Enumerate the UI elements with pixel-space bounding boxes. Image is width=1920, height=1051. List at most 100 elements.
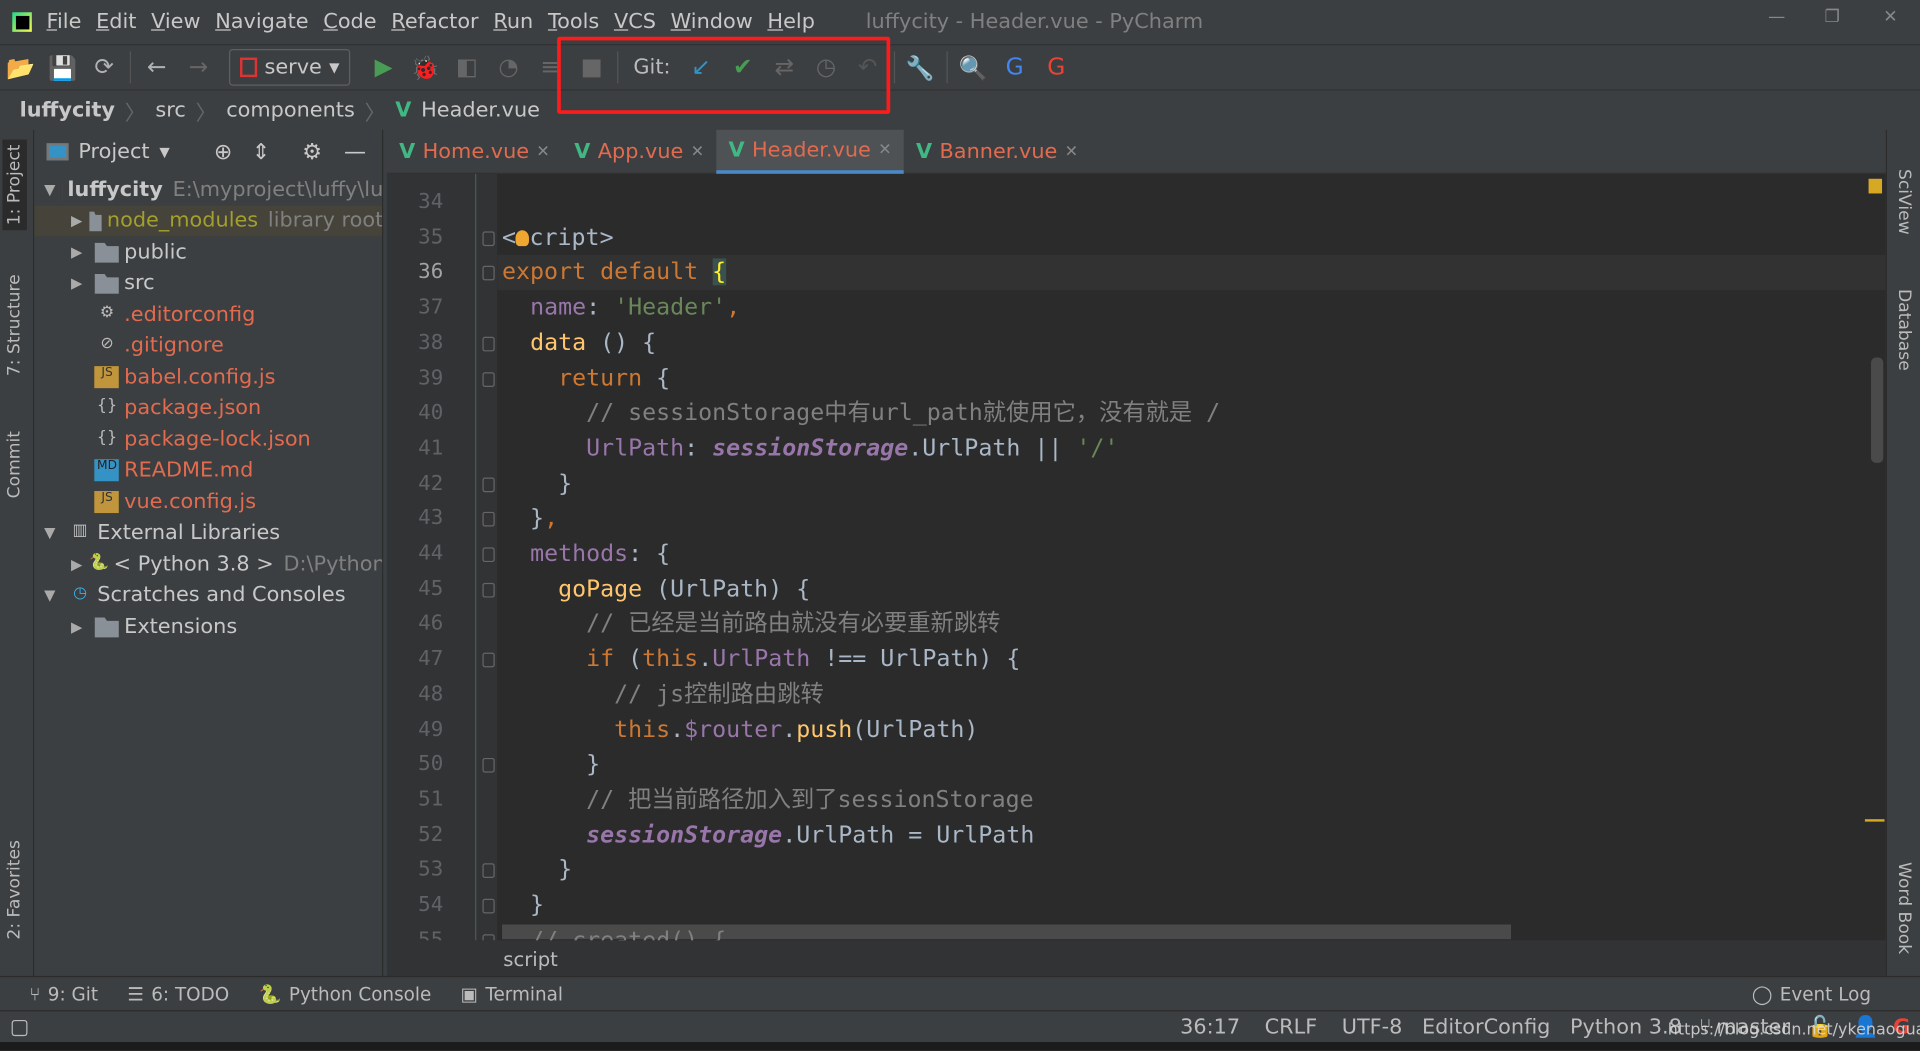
expand-right-icon[interactable]: ▶	[71, 274, 88, 291]
fold-marker-icon[interactable]	[482, 547, 495, 563]
fold-marker-icon[interactable]	[482, 231, 495, 246]
collapse-all-icon[interactable]: ⇕	[252, 139, 270, 165]
translate-icon[interactable]: G	[994, 54, 1036, 81]
expand-right-icon[interactable]: ▶	[71, 212, 82, 229]
fold-marker-icon[interactable]	[482, 758, 495, 773]
tree-item[interactable]: ⚙ .editorconfig	[34, 299, 382, 330]
menu-file[interactable]: File	[47, 10, 82, 34]
close-icon[interactable]: ✕	[878, 141, 891, 159]
coverage-icon[interactable]: ◧	[446, 54, 488, 81]
expand-down-icon[interactable]: ▼	[44, 181, 55, 198]
expand-right-icon[interactable]: ▶	[71, 555, 82, 572]
back-icon[interactable]: ←	[136, 54, 178, 81]
code-breadcrumb[interactable]: script	[386, 940, 1886, 976]
fold-marker-icon[interactable]	[482, 336, 495, 352]
menu-edit[interactable]: Edit	[96, 10, 136, 34]
tree-item[interactable]: {} package.json	[34, 392, 382, 423]
menu-navigate[interactable]: Navigate	[215, 10, 308, 34]
sync-icon[interactable]: ⟳	[83, 54, 125, 81]
save-icon[interactable]: 💾	[42, 53, 84, 81]
python-interpreter[interactable]: Python 3.8	[1570, 1014, 1682, 1038]
fold-marker-icon[interactable]	[482, 266, 495, 281]
tree-item[interactable]: ▼ ▥ External Libraries	[34, 517, 382, 548]
close-button[interactable]: ✕	[1883, 7, 1897, 27]
tree-item[interactable]: ▼ ◷ Scratches and Consoles	[34, 580, 382, 611]
expand-right-icon[interactable]: ▶	[71, 243, 88, 260]
panel-toggle-icon[interactable]: ▢	[10, 1014, 30, 1038]
menu-tools[interactable]: Tools	[548, 10, 599, 34]
close-icon[interactable]: ✕	[1065, 143, 1078, 161]
breadcrumb-file[interactable]: Header.vue	[421, 98, 540, 122]
menu-window[interactable]: Window	[671, 10, 753, 34]
tool-tab-commit[interactable]: Commit	[5, 431, 25, 498]
chevron-down-icon[interactable]: ▼	[159, 144, 169, 160]
tab-banner-vue[interactable]: V Banner.vue ✕	[904, 130, 1090, 174]
gear-icon[interactable]: ⚙	[302, 139, 322, 165]
hide-icon[interactable]: —	[344, 139, 366, 165]
fold-marker-icon[interactable]	[482, 582, 495, 598]
open-folder-icon[interactable]: 📂	[0, 53, 42, 81]
tab-header-vue[interactable]: V Header.vue ✕	[716, 129, 904, 174]
tab-app-vue[interactable]: V App.vue ✕	[562, 130, 716, 174]
breadcrumb-project[interactable]: luffycity	[20, 98, 115, 122]
locate-icon[interactable]: ⊕	[214, 139, 232, 165]
tree-item[interactable]: JS vue.config.js	[34, 486, 382, 517]
tree-item[interactable]: ▶ node_modules library root	[34, 205, 383, 236]
tool-window--todo[interactable]: ☰ 6: TODO	[127, 983, 229, 1005]
project-view-select[interactable]: Project	[78, 140, 149, 164]
tool-tab-word-book[interactable]: Word Book	[1894, 862, 1914, 954]
tool-window--git[interactable]: ⑂ 9: Git	[29, 983, 98, 1005]
search-icon[interactable]: 🔍	[952, 53, 994, 81]
menu-vcs[interactable]: VCS	[614, 10, 656, 34]
tool-window-python-console[interactable]: 🐍 Python Console	[259, 983, 432, 1005]
fold-marker-icon[interactable]	[482, 371, 495, 387]
breadcrumb-components[interactable]: components	[226, 98, 355, 122]
menu-code[interactable]: Code	[323, 10, 376, 34]
warning-marker[interactable]	[1868, 178, 1883, 194]
expand-down-icon[interactable]: ▼	[44, 587, 61, 604]
line-separator[interactable]: CRLF	[1265, 1014, 1318, 1038]
tree-item[interactable]: ▶ public	[34, 236, 382, 267]
code-editor[interactable]: 34 35 < cript> 36 export default {37 name: 'H…	[386, 173, 1886, 941]
editor-config[interactable]: EditorConfig	[1422, 1014, 1550, 1038]
tree-item[interactable]: {} package-lock.json	[34, 424, 382, 455]
tool-tab-structure[interactable]: 7: Structure	[5, 274, 25, 376]
tree-item[interactable]: ▼ luffycity E:\myproject\luffy\lu	[34, 174, 382, 205]
menu-run[interactable]: Run	[493, 10, 533, 34]
tool-tab-sciview[interactable]: SciView	[1894, 169, 1914, 235]
error-stripe-marker[interactable]	[1864, 819, 1885, 822]
file-encoding[interactable]: UTF-8	[1342, 1014, 1403, 1038]
tree-item[interactable]: ▶ Extensions	[34, 611, 382, 642]
tool-tab-project[interactable]: 1: Project	[2, 139, 27, 231]
profile-icon[interactable]: ◔	[488, 54, 530, 81]
expand-right-icon[interactable]: ▶	[71, 618, 88, 635]
forward-icon[interactable]: →	[178, 54, 220, 81]
wrench-icon[interactable]: 🔧	[900, 53, 942, 81]
fold-marker-icon[interactable]	[482, 477, 495, 492]
vertical-scrollbar[interactable]	[1871, 357, 1884, 463]
caret-position[interactable]: 36:17	[1180, 1014, 1240, 1038]
tree-item[interactable]: MD README.md	[34, 455, 382, 486]
breadcrumb-src[interactable]: src	[155, 98, 185, 122]
run-icon[interactable]: ▶	[363, 54, 405, 81]
tool-tab-database[interactable]: Database	[1894, 289, 1914, 371]
menu-help[interactable]: Help	[767, 10, 814, 34]
restore-button[interactable]: ❐	[1824, 7, 1839, 27]
translate-alt-icon[interactable]: G	[1035, 54, 1077, 81]
tree-item[interactable]: ▶ src	[34, 268, 382, 299]
close-icon[interactable]: ✕	[691, 143, 704, 161]
lightbulb-icon[interactable]	[516, 229, 530, 246]
event-log-button[interactable]: ◯ Event Log	[1752, 983, 1871, 1005]
tree-item[interactable]: ▶ 🐍< Python 3.8 > D:\Python3	[34, 549, 382, 580]
fold-marker-icon[interactable]	[482, 898, 495, 914]
fold-marker-icon[interactable]	[482, 863, 495, 879]
tree-item[interactable]: ⊘ .gitignore	[34, 330, 382, 361]
tab-home-vue[interactable]: V Home.vue ✕	[387, 130, 562, 174]
tree-item[interactable]: JS babel.config.js	[34, 361, 382, 392]
fold-marker-icon[interactable]	[482, 512, 495, 527]
run-config-select[interactable]: serve ▼	[228, 48, 351, 86]
tool-window-terminal[interactable]: ▣ Terminal	[461, 983, 563, 1005]
minimize-button[interactable]: —	[1768, 7, 1785, 27]
tool-tab-favorites[interactable]: 2: Favorites	[5, 840, 25, 940]
menu-refactor[interactable]: Refactor	[391, 10, 478, 34]
